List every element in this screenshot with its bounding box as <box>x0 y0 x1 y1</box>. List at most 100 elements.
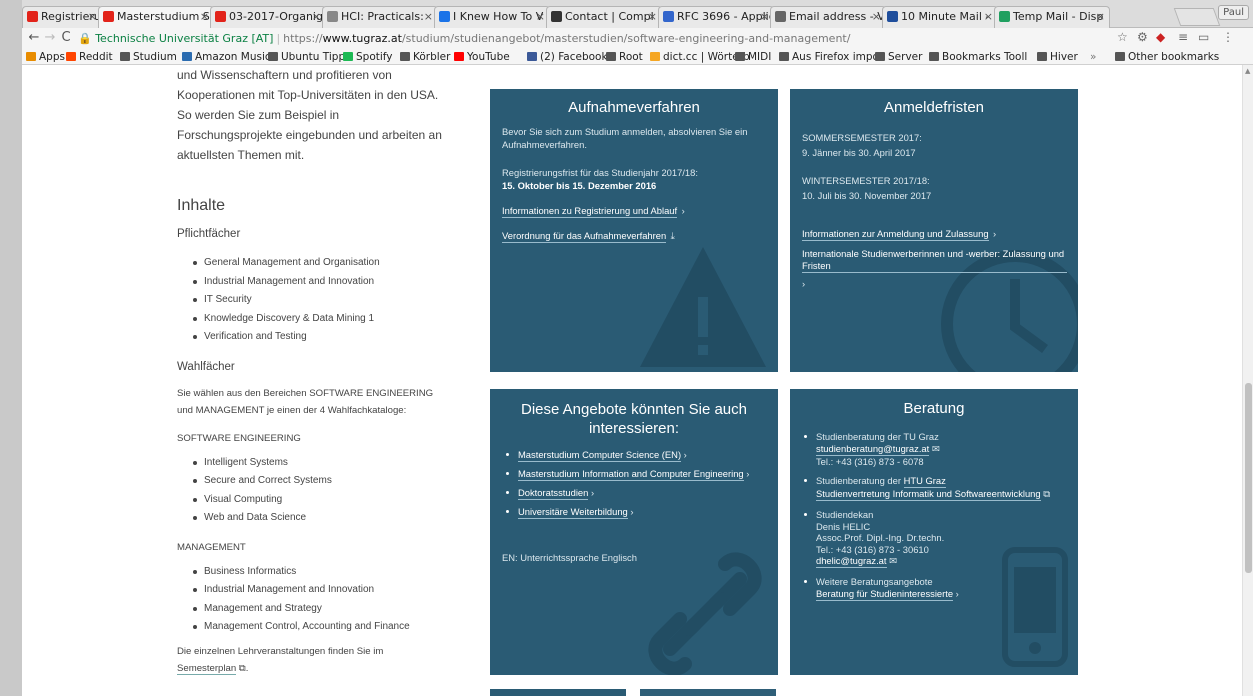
close-icon[interactable]: × <box>88 7 97 27</box>
close-icon[interactable]: × <box>200 7 209 27</box>
bookmark-7[interactable]: YouTube <box>454 49 510 64</box>
close-icon[interactable]: × <box>648 7 657 27</box>
url-path: /studium/studienangebot/masterstudien/so… <box>401 32 851 45</box>
bookmark-5[interactable]: Spotify <box>343 49 393 64</box>
document-icon <box>327 11 338 22</box>
close-icon[interactable]: × <box>872 7 881 27</box>
bookmark-4[interactable]: Ubuntu Tipps <box>268 49 351 64</box>
tu-studienberatung: Studienberatung der TU Graz studienberat… <box>802 431 1070 467</box>
tab-5[interactable]: Contact | Compl × <box>546 6 662 28</box>
tab-7[interactable]: Email address - V × <box>770 6 886 28</box>
language-note: EN: Unterrichtssprache Englisch <box>502 552 637 563</box>
bookmark-13[interactable]: Server <box>875 49 922 64</box>
chevron-right-icon: › <box>993 228 997 239</box>
list-link[interactable]: Doktoratsstudien <box>518 487 589 500</box>
bookmark-12[interactable]: Aus Firefox impo <box>779 49 879 64</box>
bookmark-2[interactable]: Studium <box>120 49 177 64</box>
tab-8[interactable]: 10 Minute Mail - × <box>882 6 998 28</box>
dekan-email[interactable]: dhelic@tugraz.at <box>816 555 887 568</box>
studienvertretung-link[interactable]: Studienvertretung Informatik und Softwar… <box>816 488 1041 501</box>
menu-icon[interactable]: ⋮ <box>1222 30 1234 44</box>
tu-studienberatung-email[interactable]: studienberatung@tugraz.at <box>816 443 930 456</box>
folder-icon <box>735 52 745 61</box>
tab-9[interactable]: Temp Mail - Disp × <box>994 6 1110 28</box>
tab-6[interactable]: RFC 3696 - Applic × <box>658 6 774 28</box>
new-tab-button[interactable] <box>1173 8 1221 26</box>
wahlfaecher-text: Sie wählen aus den Bereichen SOFTWARE EN… <box>177 387 434 416</box>
tab-strip: Registrierung - ×Masterstudium S×03-2017… <box>22 0 1253 28</box>
bookmark-8[interactable]: (2) Facebook <box>527 49 608 64</box>
list-item: Industrial Management and Innovation <box>193 581 447 600</box>
page-scrollbar[interactable]: ▲ <box>1242 65 1253 696</box>
tab-title: Contact | Compl <box>565 10 654 23</box>
tab-4[interactable]: I Knew How To V × <box>434 6 550 28</box>
close-icon[interactable]: × <box>536 7 545 27</box>
secure-label: Technische Universität Graz [AT] <box>95 32 274 45</box>
close-icon[interactable]: × <box>984 7 993 27</box>
url-domain: www.tugraz.at <box>322 32 402 45</box>
close-icon[interactable]: × <box>424 7 433 27</box>
list-item: Industrial Management and Innovation <box>193 273 447 292</box>
bookmark-3[interactable]: Amazon Music <box>182 49 271 64</box>
browser-window: Registrierung - ×Masterstudium S×03-2017… <box>22 0 1253 696</box>
wahlfaecher-heading: Wahlfächer <box>177 360 235 373</box>
bookmark-6[interactable]: Körbler <box>400 49 450 64</box>
folder-icon <box>120 52 130 61</box>
extension-shield-icon[interactable]: ◆ <box>1156 30 1165 44</box>
close-icon[interactable]: × <box>312 7 321 27</box>
bookmark-11[interactable]: MIDI <box>735 49 771 64</box>
list-link[interactable]: Universitäre Weiterbildung <box>518 506 628 519</box>
se-list: Intelligent Systems Secure and Correct Sy… <box>177 454 447 528</box>
close-icon[interactable]: × <box>760 7 769 27</box>
back-icon[interactable]: ← <box>26 30 42 46</box>
tab-3[interactable]: HCI: Practicals: × <box>322 6 438 28</box>
weitere-beratung: Weitere Beratungsangebote Beratung für S… <box>802 576 1070 601</box>
chevron-right-icon: › <box>588 487 595 498</box>
extension-gear-icon[interactable]: ⚙ <box>1137 30 1148 44</box>
tab-2[interactable]: 03-2017-Organig × <box>210 6 326 28</box>
se-heading: SOFTWARE ENGINEERING <box>177 432 301 444</box>
scrollbar-thumb[interactable] <box>1245 383 1252 573</box>
semesterplan-link[interactable]: Semesterplan <box>177 662 237 675</box>
close-icon[interactable]: × <box>1096 7 1105 27</box>
beratung-interessierte-link[interactable]: Beratung für Studieninteressierte <box>816 588 954 601</box>
list-link[interactable]: Masterstudium Computer Science (EN) <box>518 449 682 462</box>
tab-title: Masterstudium S <box>117 10 210 23</box>
scroll-up-icon[interactable]: ▲ <box>1245 67 1250 75</box>
profile-button[interactable]: Paul <box>1218 5 1249 20</box>
bookmarks-overflow-icon[interactable]: » <box>1090 49 1096 64</box>
bookmark-0[interactable]: Apps <box>26 49 65 64</box>
pflichtfaecher-heading: Pflichtfächer <box>177 228 241 240</box>
mgmt-heading: MANAGEMENT <box>177 541 246 553</box>
tab-0[interactable]: Registrierung - × <box>22 6 102 28</box>
htu-graz-link[interactable]: HTU Graz <box>903 475 946 488</box>
tab-title: Temp Mail - Disp <box>1013 10 1104 23</box>
folder-icon <box>400 52 410 61</box>
star-icon[interactable]: ☆ <box>1117 30 1128 44</box>
extension-list-icon[interactable]: ≡ <box>1178 30 1188 44</box>
chevron-right-icon: › <box>681 449 687 460</box>
international-applicants-link[interactable]: Internationale Studienwerberinnen und -w… <box>802 248 1067 273</box>
next-box-left <box>490 689 626 696</box>
registration-period-label: Registrierungsfrist für das Studienjahr … <box>502 167 698 178</box>
extension-save-icon[interactable]: ▭ <box>1198 30 1209 44</box>
bookmark-9[interactable]: Root <box>606 49 643 64</box>
other-bookmarks[interactable]: Other bookmarks <box>1115 49 1219 64</box>
bookmark-15[interactable]: Hiver <box>1037 49 1078 64</box>
ws-dates: 10. Juli bis 30. November 2017 <box>802 190 932 201</box>
tab-1[interactable]: Masterstudium S × <box>98 6 214 28</box>
reload-icon[interactable]: C <box>58 30 74 46</box>
chevron-right-icon: › <box>802 278 806 289</box>
bookmark-1[interactable]: Reddit <box>66 49 113 64</box>
anmeldung-info-link[interactable]: Informationen zur Anmeldung und Zulassun… <box>802 228 989 241</box>
tab-title: 03-2017-Organig <box>229 10 323 23</box>
list-link[interactable]: Masterstudium Information and Computer E… <box>518 468 744 481</box>
forward-icon[interactable]: → <box>42 30 58 46</box>
tab-title: Email address - V <box>789 10 885 23</box>
address-bar[interactable]: 🔒 Technische Universität Graz [AT] | https… <box>78 29 1118 48</box>
registration-info-link[interactable]: Informationen zu Registrierung und Ablau… <box>502 205 678 218</box>
aufnahme-regulation-link[interactable]: Verordnung für das Aufnahmeverfahren <box>502 230 667 243</box>
spotify-icon <box>343 52 353 61</box>
bookmark-14[interactable]: Bookmarks Tooll <box>929 49 1027 64</box>
mail-icon: ✉ <box>889 555 897 566</box>
